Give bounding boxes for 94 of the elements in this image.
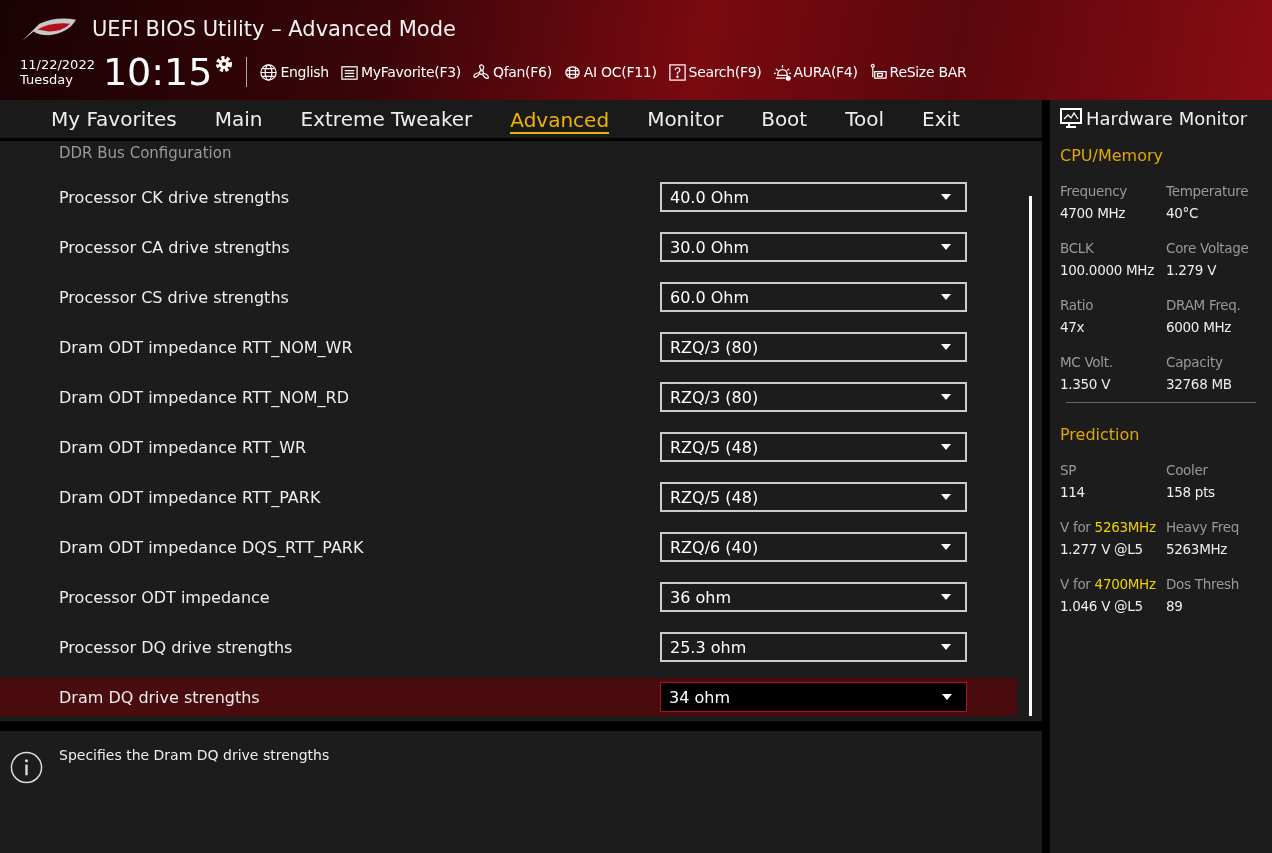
value-dropdown[interactable]: 40.0 Ohm [660,182,967,212]
menu-tab[interactable]: Monitor [628,103,743,135]
metric-value: 100.0000 MHz [1060,262,1155,278]
toolbar-button[interactable]: MyFavorite(F3) [339,62,461,82]
setting-label: Dram ODT impedance RTT_NOM_RD [59,387,350,407]
metric-label: DRAM Freq. [1166,297,1242,313]
metric-label: Core Voltage [1166,240,1250,256]
setting-label: Processor CA drive strengths [59,237,290,257]
metric-value: 158 pts [1166,484,1216,500]
settings-icon[interactable] [214,54,235,74]
value-dropdown[interactable]: RZQ/6 (40) [660,532,967,562]
help-icon [667,62,687,82]
metric-value: 5263MHz [1166,541,1229,557]
toolbar-button[interactable]: Search(F9) [667,62,762,82]
section-heading: CPU/Memory [1060,146,1164,165]
menu-tab[interactable]: Main [195,103,282,135]
section-title: DDR Bus Configuration [58,143,233,164]
setting-label: Dram ODT impedance DQS_RTT_PARK [59,537,364,557]
light-icon [772,62,792,82]
setting-label: Dram ODT impedance RTT_PARK [59,487,321,507]
metric-label: V for 4700MHz [1060,576,1157,592]
metric-value: 32768 MB [1166,376,1233,392]
metric-label: Frequency [1060,183,1129,199]
value-dropdown[interactable]: RZQ/5 (48) [660,432,967,462]
metric-label: SP [1060,462,1078,478]
caret-icon [941,394,951,400]
card-icon [868,62,888,82]
toolbar-button[interactable]: ReSize BAR [868,62,967,82]
metric-label: Temperature [1166,183,1250,199]
caret-icon [941,494,951,500]
toolbar-button[interactable]: AI OC(F11) [562,62,657,82]
menu-tab[interactable]: Extreme Tweaker [281,103,492,135]
metric-label: Cooler [1166,462,1209,478]
caret-icon [941,344,951,350]
metric-value: 4700 MHz [1060,205,1127,221]
caret-icon [941,294,951,300]
menu-tab[interactable]: Boot [742,103,827,135]
panel-title: Hardware Monitor [1086,107,1248,129]
setting-label: Processor DQ drive strengths [59,637,293,657]
caret-icon [941,194,951,200]
globe-icon [259,62,279,82]
toolbar-button[interactable]: AURA(F4) [772,62,858,82]
caret-icon [941,544,951,550]
metric-value: 1.350 V [1060,376,1112,392]
metric-value: 1.279 V [1166,262,1218,278]
metric-label: Dos Thresh [1166,576,1240,592]
value-dropdown[interactable]: 36 ohm [660,582,967,612]
date-text: 11/22/2022 [20,57,95,72]
toolbar-button[interactable]: Qfan(F6) [471,62,552,82]
metric-label: BCLK [1060,240,1095,256]
caret-icon [941,444,951,450]
metric-value: 40°C [1166,205,1200,221]
metric-value: 1.046 V @L5 [1060,598,1144,614]
caret-icon [941,244,951,250]
fan-icon [471,62,491,82]
metric-value: 6000 MHz [1166,319,1233,335]
value-dropdown[interactable]: 30.0 Ohm [660,232,967,262]
caret-icon [942,694,952,700]
value-dropdown[interactable]: RZQ/5 (48) [660,482,967,512]
value-dropdown[interactable]: 34 ohm [660,682,967,712]
info-icon [10,751,43,784]
menu-tab[interactable]: Tool [826,103,904,135]
metric-value: 114 [1060,484,1086,500]
window-title: UEFI BIOS Utility – Advanced Mode [92,17,456,41]
metric-value: 1.277 V @L5 [1060,541,1144,557]
value-dropdown[interactable]: 60.0 Ohm [660,282,967,312]
setting-label: Dram ODT impedance RTT_NOM_WR [59,337,353,357]
menu-tab[interactable]: Advanced [510,104,610,134]
metric-value: 89 [1166,598,1184,614]
metric-label: V for 5263MHz [1060,519,1157,535]
setting-label: Dram DQ drive strengths [59,687,260,707]
toolbar-button[interactable]: English [259,62,329,82]
clock-time: 10:15 [102,52,213,92]
setting-label: Dram ODT impedance RTT_WR [59,437,307,457]
menu-tab[interactable]: My Favorites [32,103,196,135]
metric-value: 47x [1060,319,1086,335]
metric-label: MC Volt. [1060,354,1114,370]
metric-label: Capacity [1166,354,1224,370]
help-text: Specifies the Dram DQ drive strengths [59,747,330,763]
caret-icon [941,644,951,650]
menu-tab[interactable]: Exit [903,103,979,135]
section-heading: Prediction [1060,425,1141,444]
metric-label: Ratio [1060,297,1095,313]
monitor-icon [1060,108,1082,128]
value-dropdown[interactable]: RZQ/3 (80) [660,382,967,412]
day-text: Tuesday [20,72,74,87]
setting-label: Processor CK drive strengths [59,187,290,207]
value-dropdown[interactable]: 25.3 ohm [660,632,967,662]
metric-label: Heavy Freq [1166,519,1240,535]
value-dropdown[interactable]: RZQ/3 (80) [660,332,967,362]
setting-label: Processor CS drive strengths [59,287,289,307]
setting-label: Processor ODT impedance [59,587,270,607]
caret-icon [941,594,951,600]
scrollbar[interactable] [1029,196,1032,716]
